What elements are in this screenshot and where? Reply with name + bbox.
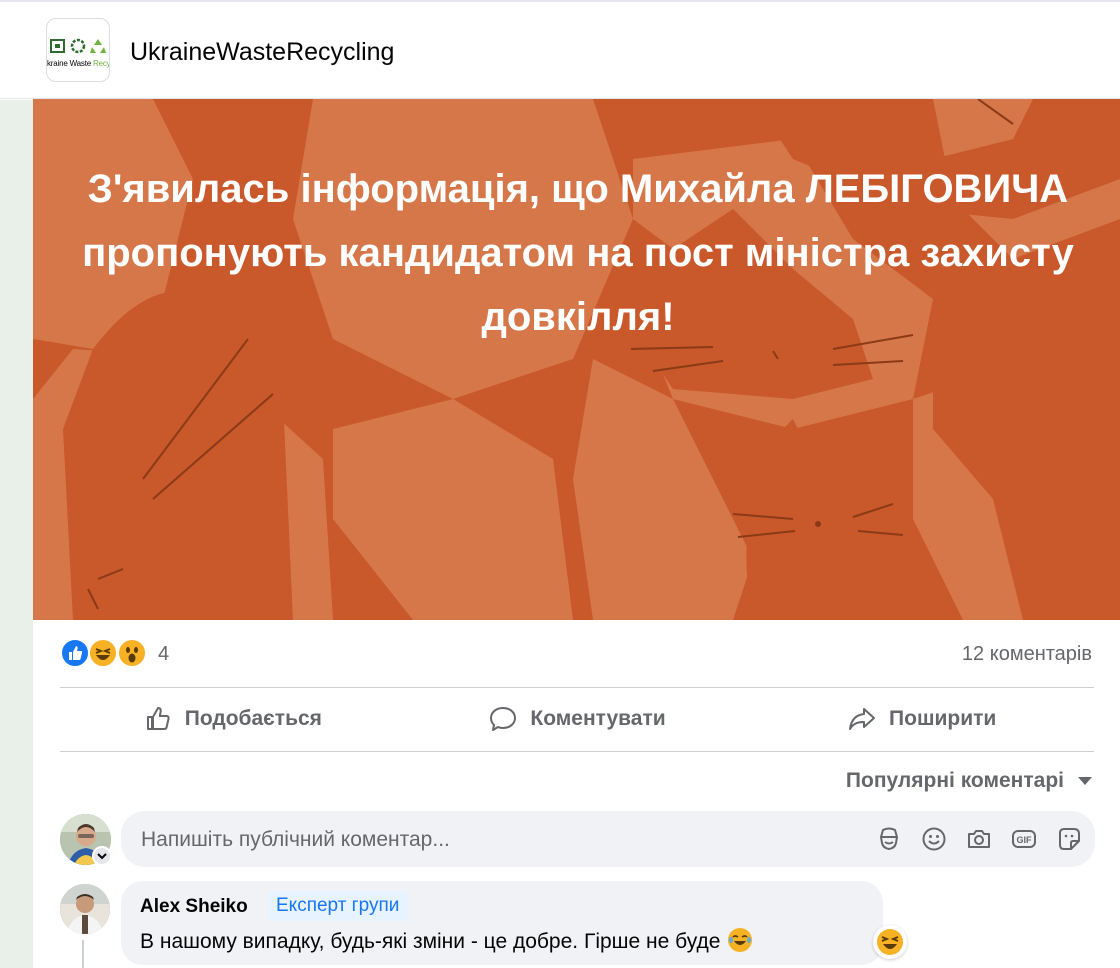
- comment-input-tools: GIF: [875, 825, 1083, 853]
- comment-label: Коментувати: [530, 707, 666, 730]
- logo-gear-icon: [70, 38, 86, 54]
- comment-text: В нашому випадку, будь-які зміни - це до…: [140, 928, 753, 954]
- camera-icon[interactable]: [965, 825, 993, 853]
- comment-input-box: GIF: [121, 811, 1095, 869]
- comment-text-body: В нашому випадку, будь-які зміни - це до…: [140, 930, 721, 953]
- group-logo[interactable]: kraine Waste Recycling: [46, 18, 110, 82]
- sort-label: Популярні коментарі: [845, 769, 1064, 792]
- like-icon: [60, 638, 90, 668]
- post-header: kraine Waste Recycling UkraineWasteRecyc…: [0, 2, 1120, 99]
- thumbs-up-icon: [146, 707, 170, 730]
- comment-reaction-haha-icon[interactable]: [873, 925, 907, 959]
- post-actions: Подобається Коментувати Поширити: [60, 688, 1094, 750]
- comment-count[interactable]: 12 коментарів: [962, 643, 1092, 666]
- wow-icon: [117, 638, 147, 668]
- comment-button[interactable]: Коментувати: [405, 688, 750, 750]
- commenter-avatar[interactable]: [60, 884, 110, 934]
- share-button[interactable]: Поширити: [749, 688, 1094, 750]
- like-button[interactable]: Подобається: [60, 688, 405, 750]
- emoji-icon[interactable]: [920, 825, 948, 853]
- sticker-icon[interactable]: [1055, 825, 1083, 853]
- logo-icons: [49, 37, 107, 55]
- share-icon: [849, 708, 876, 730]
- thread-line: [82, 940, 84, 968]
- logo-text: kraine Waste: [47, 59, 94, 68]
- post-image-text: З'явилась інформація, що Михайла ЛЕБІГОВ…: [82, 167, 1074, 339]
- comment-icon: [490, 707, 517, 731]
- haha-icon: [88, 638, 118, 668]
- post-image[interactable]: З'явилась інформація, що Михайла ЛЕБІГОВ…: [33, 99, 1120, 620]
- expert-badge[interactable]: Експерт групи: [267, 891, 409, 921]
- logo-device-icon: [50, 39, 65, 53]
- divider: [60, 751, 1094, 752]
- logo-recycle-icon: [90, 39, 106, 53]
- tears-of-joy-emoji-icon: [728, 928, 753, 952]
- svg-text:GIF: GIF: [1017, 835, 1033, 845]
- like-label: Подобається: [184, 707, 322, 730]
- caret-down-icon: [1078, 777, 1092, 785]
- gif-icon[interactable]: GIF: [1010, 825, 1038, 853]
- share-label: Поширити: [889, 707, 997, 730]
- logo-text-accent: Recycling: [93, 59, 110, 68]
- comment-bubble: Alex Sheiko Експерт групи В нашому випад…: [121, 881, 883, 965]
- comment-input[interactable]: [139, 811, 843, 869]
- comment-sort-dropdown[interactable]: Популярні коментарі: [846, 769, 1092, 793]
- logo-caption: kraine Waste Recycling: [47, 59, 109, 68]
- profile-switch-chevron-icon[interactable]: [92, 846, 112, 866]
- left-background-strip: [0, 100, 33, 968]
- comment-author[interactable]: Alex Sheiko: [140, 896, 248, 918]
- reaction-count[interactable]: 4: [158, 643, 169, 666]
- reactions-bar: 4 12 коментарів: [60, 636, 1100, 672]
- avatar-sticker-icon[interactable]: [875, 825, 903, 853]
- group-name[interactable]: UkraineWasteRecycling: [130, 38, 394, 67]
